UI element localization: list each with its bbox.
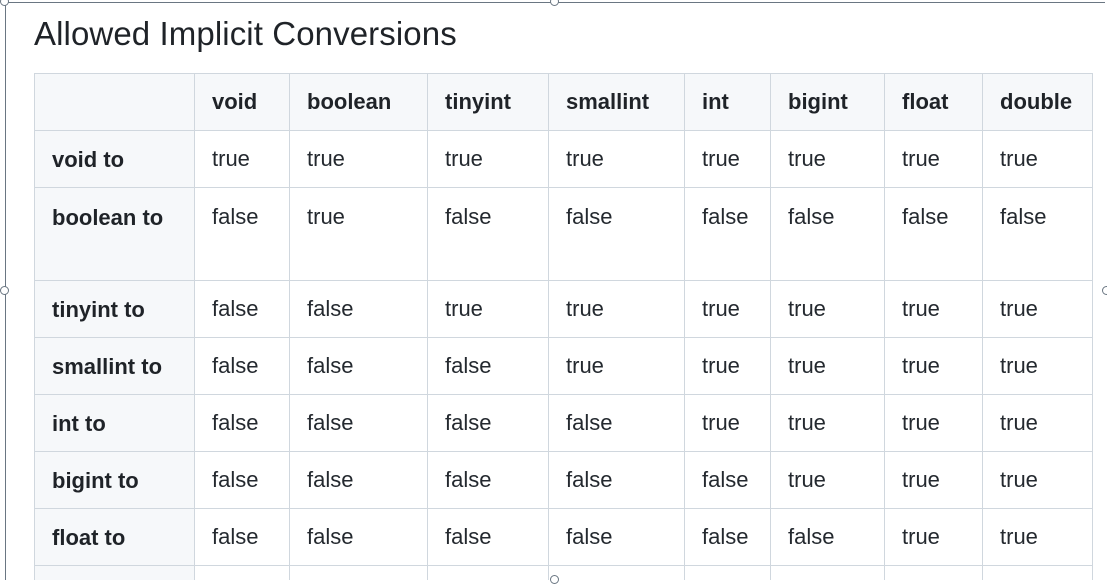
table-cell: true bbox=[427, 280, 549, 338]
column-header: boolean bbox=[289, 73, 428, 131]
table-cell: true bbox=[770, 337, 885, 395]
table-cell: false bbox=[194, 451, 290, 509]
table-cell: false bbox=[194, 394, 290, 452]
table-cell bbox=[982, 565, 1093, 580]
column-header: bigint bbox=[770, 73, 885, 131]
table-cell: false bbox=[427, 187, 549, 281]
table-row: boolean to false true false false false … bbox=[34, 187, 1093, 281]
column-header: tinyint bbox=[427, 73, 549, 131]
table-cell: true bbox=[982, 451, 1093, 509]
table-row-partial bbox=[34, 565, 1093, 580]
conversion-table: void boolean tinyint smallint int bigint… bbox=[34, 73, 1093, 580]
table-cell: true bbox=[884, 508, 983, 566]
table-cell: false bbox=[548, 187, 685, 281]
table-cell: false bbox=[427, 394, 549, 452]
table-cell: false bbox=[289, 508, 428, 566]
table-row: bigint to false false false false false … bbox=[34, 451, 1093, 509]
table-cell: true bbox=[684, 337, 771, 395]
table-cell: false bbox=[194, 508, 290, 566]
table-cell: false bbox=[289, 280, 428, 338]
table-row: float to false false false false false f… bbox=[34, 508, 1093, 566]
row-header: tinyint to bbox=[34, 280, 195, 338]
table-cell: false bbox=[982, 187, 1093, 281]
table-cell: true bbox=[770, 394, 885, 452]
table-cell: false bbox=[548, 508, 685, 566]
table-cell: true bbox=[548, 337, 685, 395]
table-cell: true bbox=[770, 451, 885, 509]
table-cell: false bbox=[770, 508, 885, 566]
row-header: int to bbox=[34, 394, 195, 452]
table-cell: true bbox=[684, 130, 771, 188]
table-cell bbox=[884, 565, 983, 580]
table-cell: false bbox=[884, 187, 983, 281]
table-cell: true bbox=[884, 451, 983, 509]
table-row: int to false false false false true true… bbox=[34, 394, 1093, 452]
column-header: float bbox=[884, 73, 983, 131]
table-cell: true bbox=[548, 280, 685, 338]
table-cell: true bbox=[982, 337, 1093, 395]
table-cell bbox=[427, 565, 549, 580]
column-header: int bbox=[684, 73, 771, 131]
table-cell: false bbox=[427, 508, 549, 566]
page-title: Allowed Implicit Conversions bbox=[34, 15, 457, 52]
table-cell: false bbox=[684, 187, 771, 281]
table-cell: false bbox=[289, 337, 428, 395]
table-cell: false bbox=[289, 451, 428, 509]
table-cell: true bbox=[884, 394, 983, 452]
table-cell: true bbox=[982, 130, 1093, 188]
table-cell: true bbox=[982, 508, 1093, 566]
row-header: bigint to bbox=[34, 451, 195, 509]
table-cell: true bbox=[884, 337, 983, 395]
table-cell: true bbox=[289, 187, 428, 281]
table-cell: true bbox=[194, 130, 290, 188]
table-cell bbox=[548, 565, 685, 580]
table-cell: true bbox=[982, 394, 1093, 452]
row-header: smallint to bbox=[34, 337, 195, 395]
resize-handle-right[interactable] bbox=[1102, 286, 1107, 295]
table-cell: false bbox=[427, 337, 549, 395]
column-header: double bbox=[982, 73, 1093, 131]
table-cell: true bbox=[884, 280, 983, 338]
table-cell: true bbox=[684, 394, 771, 452]
column-header: smallint bbox=[548, 73, 685, 131]
table-cell: true bbox=[548, 130, 685, 188]
table-cell bbox=[289, 565, 428, 580]
table-cell: true bbox=[770, 280, 885, 338]
row-header bbox=[34, 565, 195, 580]
table-cell: false bbox=[427, 451, 549, 509]
header-row: void boolean tinyint smallint int bigint… bbox=[34, 73, 1093, 131]
table-cell: true bbox=[884, 130, 983, 188]
table-cell: true bbox=[982, 280, 1093, 338]
table-cell bbox=[194, 565, 290, 580]
table-cell: true bbox=[427, 130, 549, 188]
table-cell: false bbox=[194, 280, 290, 338]
table-cell: false bbox=[289, 394, 428, 452]
table-cell: false bbox=[548, 451, 685, 509]
table-cell bbox=[770, 565, 885, 580]
table-row: tinyint to false false true true true tr… bbox=[34, 280, 1093, 338]
row-header: boolean to bbox=[34, 187, 195, 281]
table-cell: true bbox=[684, 280, 771, 338]
column-header: void bbox=[194, 73, 290, 131]
corner-cell bbox=[34, 73, 195, 131]
row-header: float to bbox=[34, 508, 195, 566]
table-cell: false bbox=[194, 187, 290, 281]
table-cell: false bbox=[548, 394, 685, 452]
table-cell: false bbox=[684, 451, 771, 509]
table-row: void to true true true true true true tr… bbox=[34, 130, 1093, 188]
table-cell: true bbox=[770, 130, 885, 188]
table-row: smallint to false false false true true … bbox=[34, 337, 1093, 395]
table-cell bbox=[684, 565, 771, 580]
document-frame: Allowed Implicit Conversions void boolea… bbox=[5, 2, 1105, 580]
table-cell: false bbox=[684, 508, 771, 566]
row-header: void to bbox=[34, 130, 195, 188]
table-cell: false bbox=[770, 187, 885, 281]
resize-handle-left[interactable] bbox=[0, 286, 9, 295]
table-cell: false bbox=[194, 337, 290, 395]
table-cell: true bbox=[289, 130, 428, 188]
